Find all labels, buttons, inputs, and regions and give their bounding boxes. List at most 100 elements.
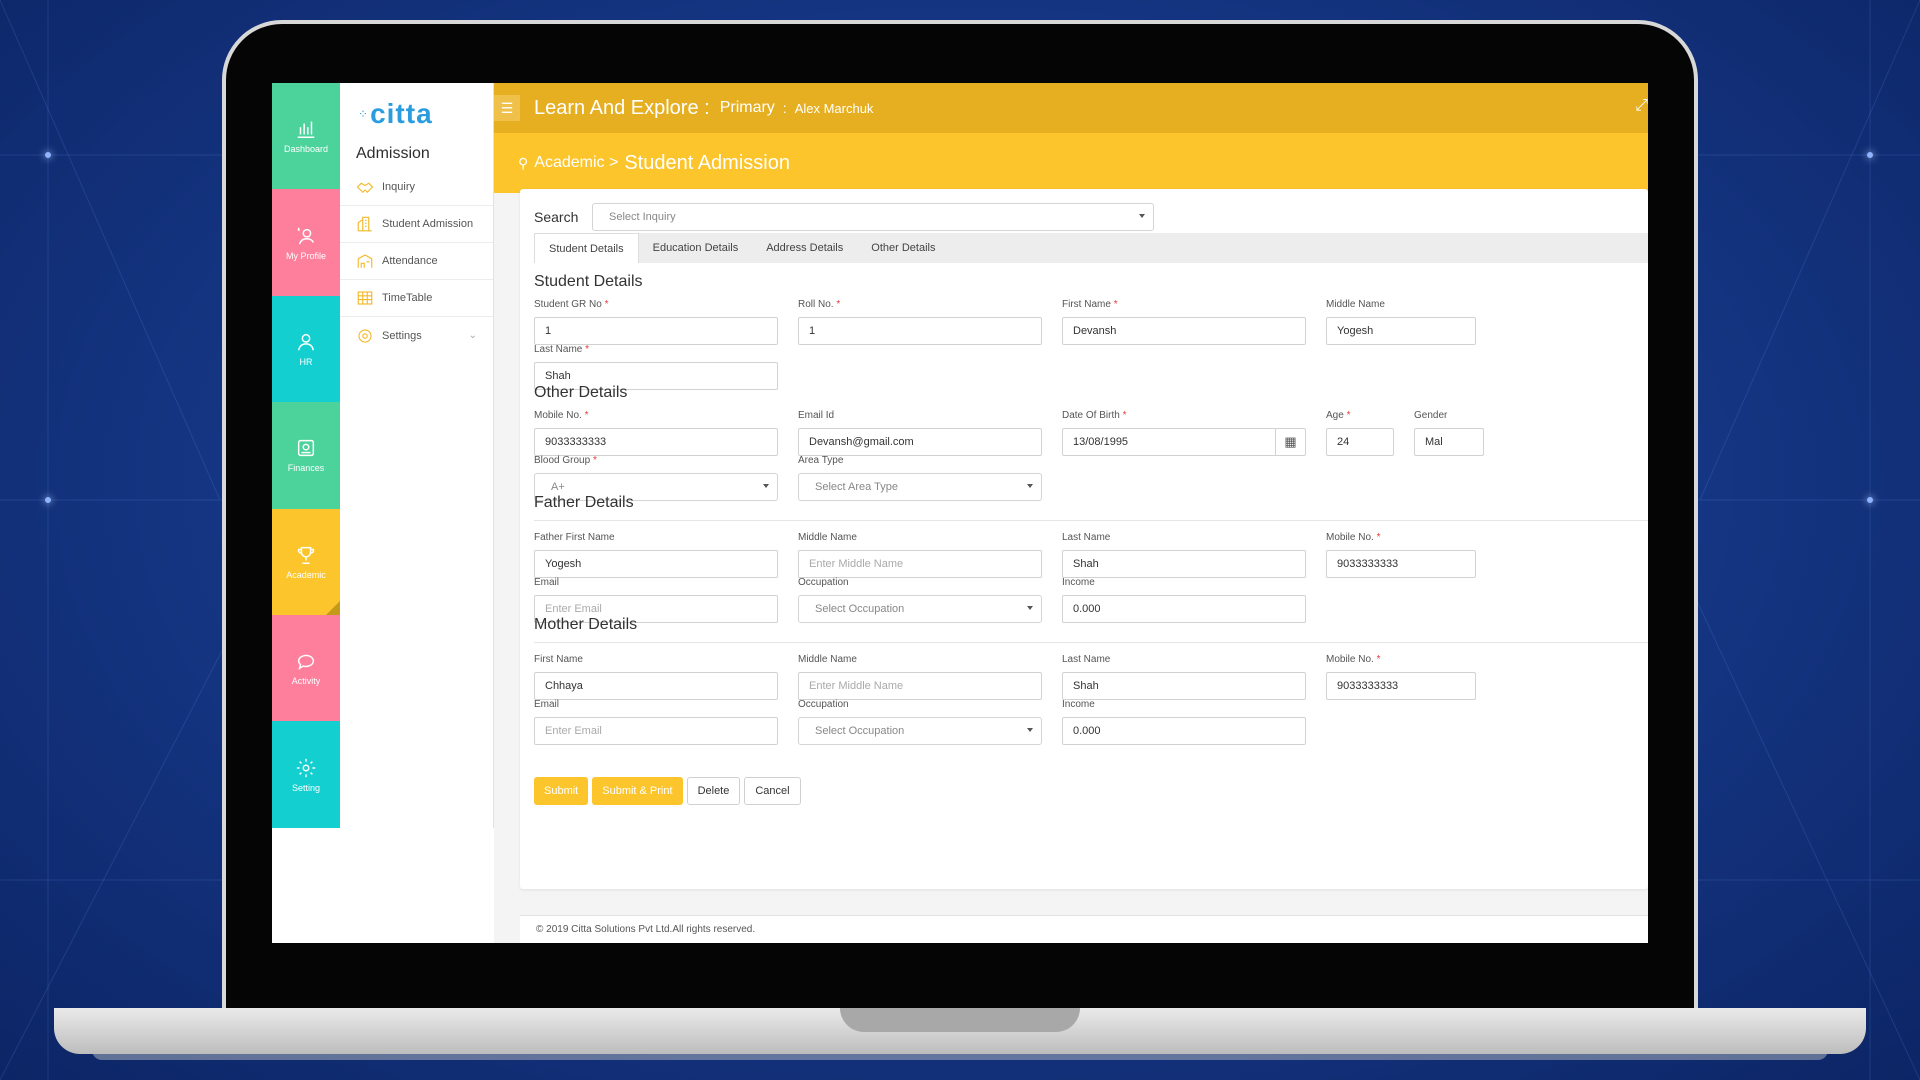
- user-name[interactable]: Alex Marchuk: [795, 101, 874, 116]
- field-mobile: Mobile No. * 9033333333: [534, 410, 778, 456]
- blood-group-value: A+: [551, 481, 565, 493]
- submenu-item-student-admission[interactable]: Student Admission: [340, 206, 493, 243]
- field-age: Age * 24: [1326, 410, 1394, 456]
- calendar-icon[interactable]: ▦: [1275, 429, 1305, 455]
- hamburger-menu-icon[interactable]: ☰: [494, 95, 520, 121]
- rail-item-setting[interactable]: Setting: [272, 721, 340, 828]
- rail-label: Setting: [291, 782, 321, 793]
- top-header: ☰ Learn And Explore : Primary : Alex Mar…: [494, 83, 1648, 133]
- submenu-item-attendance[interactable]: Attendance: [340, 243, 493, 280]
- admission-form: Search Select Inquiry Student Details Ed…: [520, 189, 1648, 889]
- father-first-name-input[interactable]: Yogesh: [534, 550, 778, 578]
- submenu-item-timetable[interactable]: TimeTable: [340, 280, 493, 317]
- rail-item-finances[interactable]: Finances: [272, 402, 340, 509]
- father-occupation-value: Select Occupation: [815, 603, 905, 615]
- field-gr-no: Student GR No * 1: [534, 299, 778, 345]
- submit-print-button[interactable]: Submit & Print: [592, 777, 683, 805]
- rail-item-academic[interactable]: Academic: [272, 508, 340, 616]
- citta-logo: ⁘ citta: [340, 83, 493, 129]
- field-label: First Name *: [1062, 299, 1118, 310]
- network-dot: [45, 152, 51, 158]
- breadcrumb-parent[interactable]: Academic >: [534, 154, 618, 172]
- field-label: Age *: [1326, 410, 1351, 421]
- rail-item-activity[interactable]: Activity: [272, 614, 340, 722]
- field-label: Father First Name: [534, 532, 615, 543]
- mother-email-input[interactable]: Enter Email: [534, 717, 778, 745]
- tab-other-details[interactable]: Other Details: [857, 233, 949, 263]
- field-label: Blood Group *: [534, 455, 597, 466]
- area-type-value: Select Area Type: [815, 481, 898, 493]
- mother-occupation-select[interactable]: Select Occupation: [798, 717, 1042, 745]
- first-name-input[interactable]: Devansh: [1062, 317, 1306, 345]
- logo-text: citta: [370, 98, 433, 129]
- father-last-name-input[interactable]: Shah: [1062, 550, 1306, 578]
- rail-label: Dashboard: [283, 144, 329, 155]
- father-mobile-input[interactable]: 9033333333: [1326, 550, 1476, 578]
- submenu-item-inquiry[interactable]: Inquiry: [340, 169, 493, 206]
- page-title: Student Admission: [624, 151, 790, 174]
- rail-item-dashboard[interactable]: Dashboard: [272, 83, 340, 190]
- field-label: Roll No. *: [798, 299, 841, 310]
- field-father-mobile: Mobile No. * 9033333333: [1326, 532, 1476, 578]
- email-id-input[interactable]: Devansh@gmail.com: [798, 428, 1042, 456]
- app-screen: Dashboard My Profile HR Finances Academi…: [272, 83, 1648, 943]
- submenu-item-settings[interactable]: Settings ⌄: [340, 317, 493, 354]
- area-type-select[interactable]: Select Area Type: [798, 473, 1042, 501]
- rail-item-hr[interactable]: HR: [272, 295, 340, 403]
- mother-last-name-input[interactable]: Shah: [1062, 672, 1306, 700]
- field-label: Income: [1062, 577, 1095, 588]
- field-email-id: Email Id Devansh@gmail.com: [798, 410, 1042, 456]
- field-label: Area Type: [798, 455, 844, 466]
- mother-income-input[interactable]: 0.000: [1062, 717, 1306, 745]
- field-roll-no: Roll No. * 1: [798, 299, 1042, 345]
- father-middle-name-input[interactable]: Enter Middle Name: [798, 550, 1042, 578]
- field-area-type: Area Type Select Area Type: [798, 455, 1042, 501]
- rail-label: Finances: [287, 463, 325, 474]
- field-mother-occupation: Occupation Select Occupation: [798, 699, 1042, 745]
- footer: © 2019 Citta Solutions Pvt Ltd.All right…: [520, 915, 1648, 943]
- father-occupation-select[interactable]: Select Occupation: [798, 595, 1042, 623]
- fullscreen-icon[interactable]: ⤢: [1635, 97, 1648, 115]
- age-input[interactable]: 24: [1326, 428, 1394, 456]
- caret-down-icon: [1139, 214, 1145, 218]
- tab-address-details[interactable]: Address Details: [752, 233, 857, 263]
- mobile-input[interactable]: 9033333333: [534, 428, 778, 456]
- gr-no-input[interactable]: 1: [534, 317, 778, 345]
- tab-education-details[interactable]: Education Details: [639, 233, 753, 263]
- submit-button[interactable]: Submit: [534, 777, 589, 805]
- rail-label: My Profile: [285, 250, 326, 261]
- mother-middle-name-input[interactable]: Enter Middle Name: [798, 672, 1042, 700]
- dob-value: 13/08/1995: [1073, 436, 1129, 448]
- dob-input[interactable]: 13/08/1995 ▦: [1062, 428, 1306, 456]
- tab-student-details[interactable]: Student Details: [534, 233, 639, 263]
- field-mother-middle-name: Middle Name Enter Middle Name: [798, 654, 1042, 700]
- inquiry-select-placeholder: Select Inquiry: [609, 211, 676, 223]
- field-label: Student GR No *: [534, 299, 609, 310]
- cancel-button[interactable]: Cancel: [744, 777, 801, 805]
- submenu-item-label: Student Admission: [382, 218, 474, 230]
- middle-name-input[interactable]: Yogesh: [1326, 317, 1476, 345]
- field-label: Email: [534, 699, 560, 710]
- logo-dots-icon: ⁘: [358, 107, 369, 121]
- field-label: Mobile No. *: [1326, 532, 1381, 543]
- bar-chart-icon: [297, 121, 315, 139]
- caret-down-icon: [1027, 606, 1033, 610]
- submenu-panel: ⁘ citta Admission Inquiry Student Admiss…: [340, 83, 494, 828]
- gear-icon: [296, 758, 316, 777]
- section-title-father: Father Details: [534, 494, 634, 511]
- inquiry-select[interactable]: Select Inquiry: [592, 203, 1154, 231]
- rail-item-my-profile[interactable]: My Profile: [272, 189, 340, 296]
- submenu-item-label: Attendance: [382, 255, 438, 267]
- field-father-first-name: Father First Name Yogesh: [534, 532, 778, 578]
- gender-select[interactable]: Mal: [1414, 428, 1484, 456]
- roll-no-input[interactable]: 1: [798, 317, 1042, 345]
- field-label: Middle Name: [1326, 299, 1385, 310]
- father-income-input[interactable]: 0.000: [1062, 595, 1306, 623]
- divider: [534, 642, 1648, 643]
- mother-mobile-input[interactable]: 9033333333: [1326, 672, 1476, 700]
- attendance-icon: [357, 254, 373, 268]
- delete-button[interactable]: Delete: [686, 777, 741, 805]
- search-row: Search Select Inquiry: [534, 203, 1154, 231]
- mother-first-name-input[interactable]: Chhaya: [534, 672, 778, 700]
- divider: [534, 520, 1648, 521]
